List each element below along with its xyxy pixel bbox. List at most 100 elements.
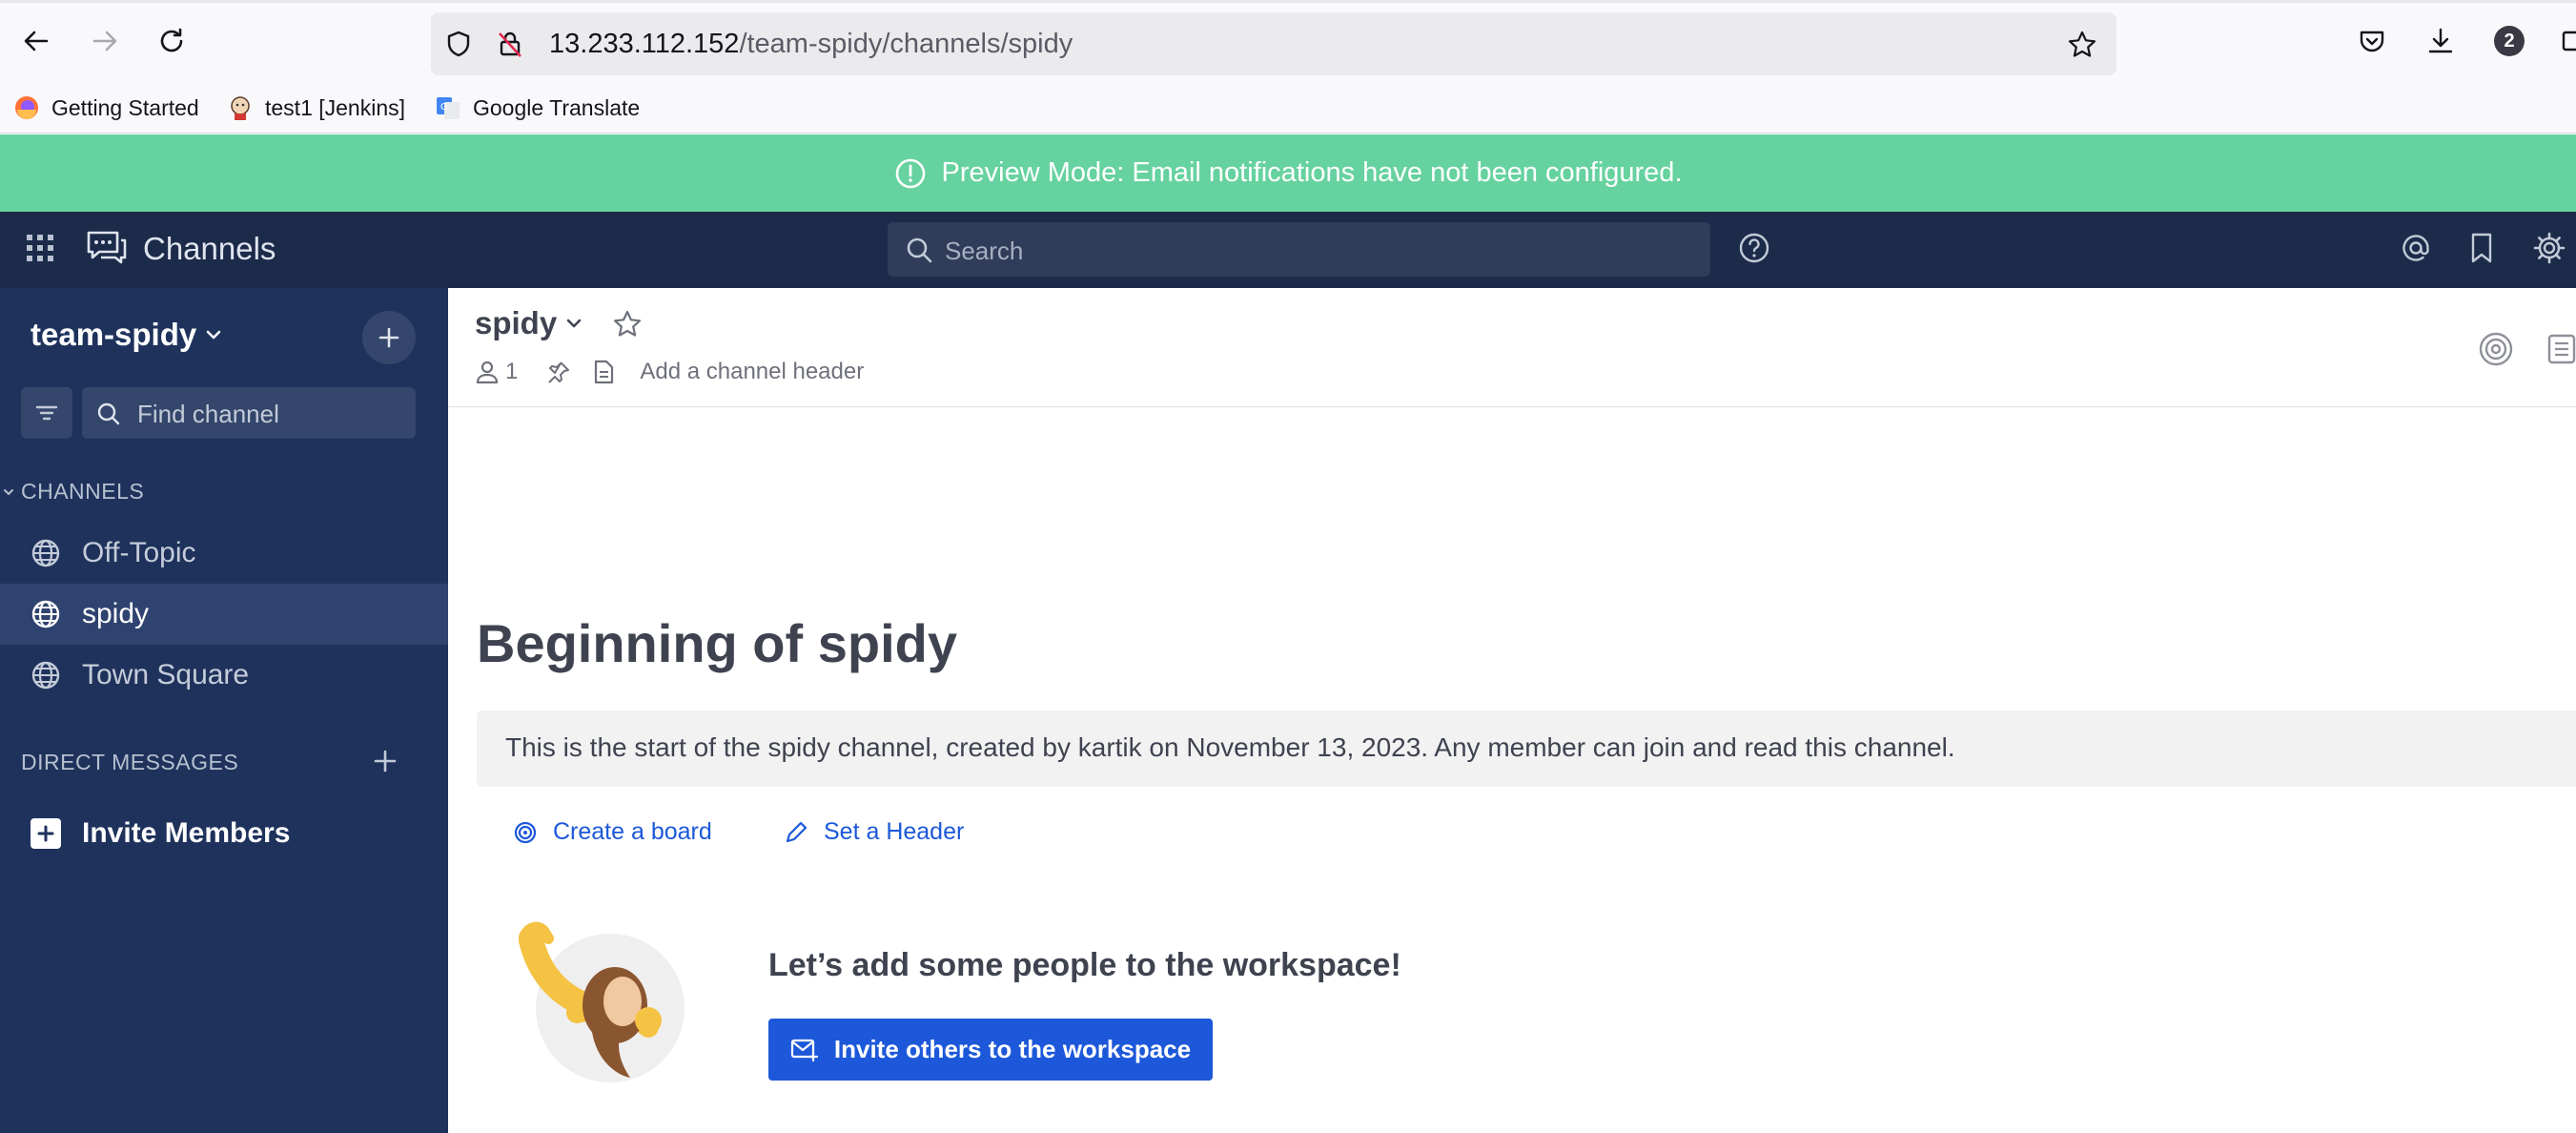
svg-text:G: G: [440, 102, 448, 113]
pocket-button[interactable]: [2355, 24, 2389, 58]
announcement-text: Preview Mode: Email notifications have n…: [941, 157, 1683, 188]
member-count[interactable]: 1: [505, 359, 518, 385]
direct-messages-section-header[interactable]: DIRECT MESSAGES: [21, 750, 238, 775]
sidebar: team-spidy Find channel CHANNELS Off-Top…: [0, 288, 448, 1133]
channels-section-label: CHANNELS: [21, 479, 145, 504]
channel-meta: 1 Add a channel header: [475, 359, 864, 385]
global-search[interactable]: Search: [888, 222, 1710, 277]
find-channel-placeholder: Find channel: [137, 400, 279, 428]
waving-person-illustration: [510, 917, 691, 1089]
filter-icon: [35, 405, 58, 421]
create-board-label: Create a board: [553, 818, 712, 845]
create-board-button[interactable]: Create a board: [513, 818, 712, 846]
alert-circle-icon: [894, 157, 927, 190]
bookmark-jenkins[interactable]: test1 [Jenkins]: [227, 92, 405, 124]
firefox-icon: [13, 94, 40, 121]
google-translate-icon: G: [435, 94, 461, 121]
extensions-button[interactable]: [2555, 24, 2576, 58]
back-button[interactable]: [19, 24, 53, 58]
notification-count: 2: [2494, 26, 2525, 56]
invite-others-button[interactable]: Invite others to the workspace: [768, 1019, 1213, 1081]
invite-others-label: Invite others to the workspace: [833, 1035, 1192, 1063]
puzzle-icon: [2562, 31, 2576, 52]
plus-icon: [378, 327, 399, 348]
pencil-icon: [784, 820, 808, 845]
direct-messages-label: DIRECT MESSAGES: [21, 750, 239, 774]
channels-section-header[interactable]: CHANNELS: [0, 479, 144, 505]
product-menu-icon[interactable]: [25, 233, 55, 263]
address-bar[interactable]: 13.233.112.152/team-spidy/channels/spidy: [431, 12, 2116, 75]
insecure-lock-icon[interactable]: [496, 30, 524, 58]
channels-product-icon: [86, 229, 128, 267]
chevron-down-icon: [204, 325, 223, 344]
channel-name-menu[interactable]: spidy: [475, 305, 583, 341]
add-channel-button[interactable]: [362, 311, 416, 364]
reload-button[interactable]: [154, 24, 189, 58]
team-name-menu[interactable]: team-spidy: [31, 317, 223, 353]
global-header: Channels Search: [0, 212, 2576, 288]
chevron-down-icon: [2, 485, 15, 499]
bookmark-google-translate[interactable]: G Google Translate: [435, 92, 640, 124]
globe-icon: [31, 599, 61, 629]
reload-icon: [160, 28, 183, 52]
bookmark-star-icon[interactable]: [2067, 30, 2097, 60]
channel-header: spidy 1 Add a channel header: [448, 288, 2576, 407]
plus-box-icon: [31, 818, 61, 849]
sidebar-item-label: Town Square: [82, 659, 250, 690]
bookmark-label: Google Translate: [473, 94, 641, 120]
set-header-label: Set a Header: [824, 818, 965, 845]
search-icon: [905, 236, 933, 264]
channel-intro-title: Beginning of spidy: [477, 613, 957, 673]
set-header-button[interactable]: Set a Header: [784, 818, 964, 846]
search-icon: [95, 401, 122, 427]
account-badge[interactable]: 2: [2492, 24, 2526, 58]
invite-members-item[interactable]: Invite Members: [0, 803, 448, 864]
sidebar-item-town-square[interactable]: Town Square: [0, 645, 448, 706]
arrow-left-icon: [24, 31, 49, 52]
bookmarks-bar: Getting Started test1 [Jenkins] G Google…: [0, 84, 2576, 134]
announcement-banner: Preview Mode: Email notifications have n…: [0, 134, 2576, 212]
chevron-down-icon: [564, 314, 583, 333]
bookmark-label: Getting Started: [51, 94, 199, 120]
saved-messages-icon[interactable]: [2467, 231, 2496, 265]
settings-gear-icon[interactable]: [2532, 231, 2566, 265]
team-name: team-spidy: [31, 317, 197, 352]
product-name: Channels: [143, 231, 276, 266]
favorite-star-icon[interactable]: [612, 309, 643, 340]
filter-button[interactable]: [21, 387, 72, 439]
download-icon: [2428, 28, 2453, 53]
globe-icon: [31, 538, 61, 568]
invite-members-label: Invite Members: [82, 817, 291, 849]
search-placeholder: Search: [945, 237, 1024, 265]
channel-intro-text: This is the start of the spidy channel, …: [505, 732, 1955, 762]
mentions-icon[interactable]: [2399, 231, 2433, 265]
arrow-right-icon: [92, 31, 117, 52]
files-icon[interactable]: [592, 360, 615, 384]
find-channel-input[interactable]: Find channel: [82, 387, 416, 439]
member-icon[interactable]: [475, 360, 500, 384]
bookmark-getting-started[interactable]: Getting Started: [13, 92, 199, 124]
url-text[interactable]: 13.233.112.152/team-spidy/channels/spidy: [549, 29, 1073, 60]
help-icon[interactable]: [1737, 231, 1771, 265]
bookmark-label: test1 [Jenkins]: [265, 94, 406, 120]
sidebar-item-label: Off-Topic: [82, 537, 196, 568]
sidebar-item-spidy[interactable]: spidy: [0, 584, 448, 645]
jenkins-icon: [227, 94, 254, 121]
browser-toolbar: 13.233.112.152/team-spidy/channels/spidy…: [0, 3, 2576, 84]
checklist-icon[interactable]: [2545, 332, 2576, 366]
url-host: 13.233.112.152: [549, 29, 740, 59]
sidebar-item-off-topic[interactable]: Off-Topic: [0, 523, 448, 584]
envelope-plus-icon: [790, 1038, 819, 1062]
pin-icon[interactable]: [546, 360, 571, 384]
pocket-icon: [2360, 31, 2384, 52]
channel-header-placeholder[interactable]: Add a channel header: [640, 359, 864, 385]
boards-target-icon[interactable]: [2477, 330, 2515, 368]
downloads-button[interactable]: [2423, 24, 2458, 58]
add-direct-message-icon[interactable]: [372, 748, 399, 774]
url-path: /team-spidy/channels/spidy: [739, 29, 1073, 59]
sidebar-item-label: spidy: [82, 598, 150, 629]
add-people-title: Let’s add some people to the workspace!: [768, 947, 1401, 983]
shield-icon[interactable]: [444, 30, 473, 58]
forward-button[interactable]: [88, 24, 122, 58]
globe-icon: [31, 660, 61, 690]
